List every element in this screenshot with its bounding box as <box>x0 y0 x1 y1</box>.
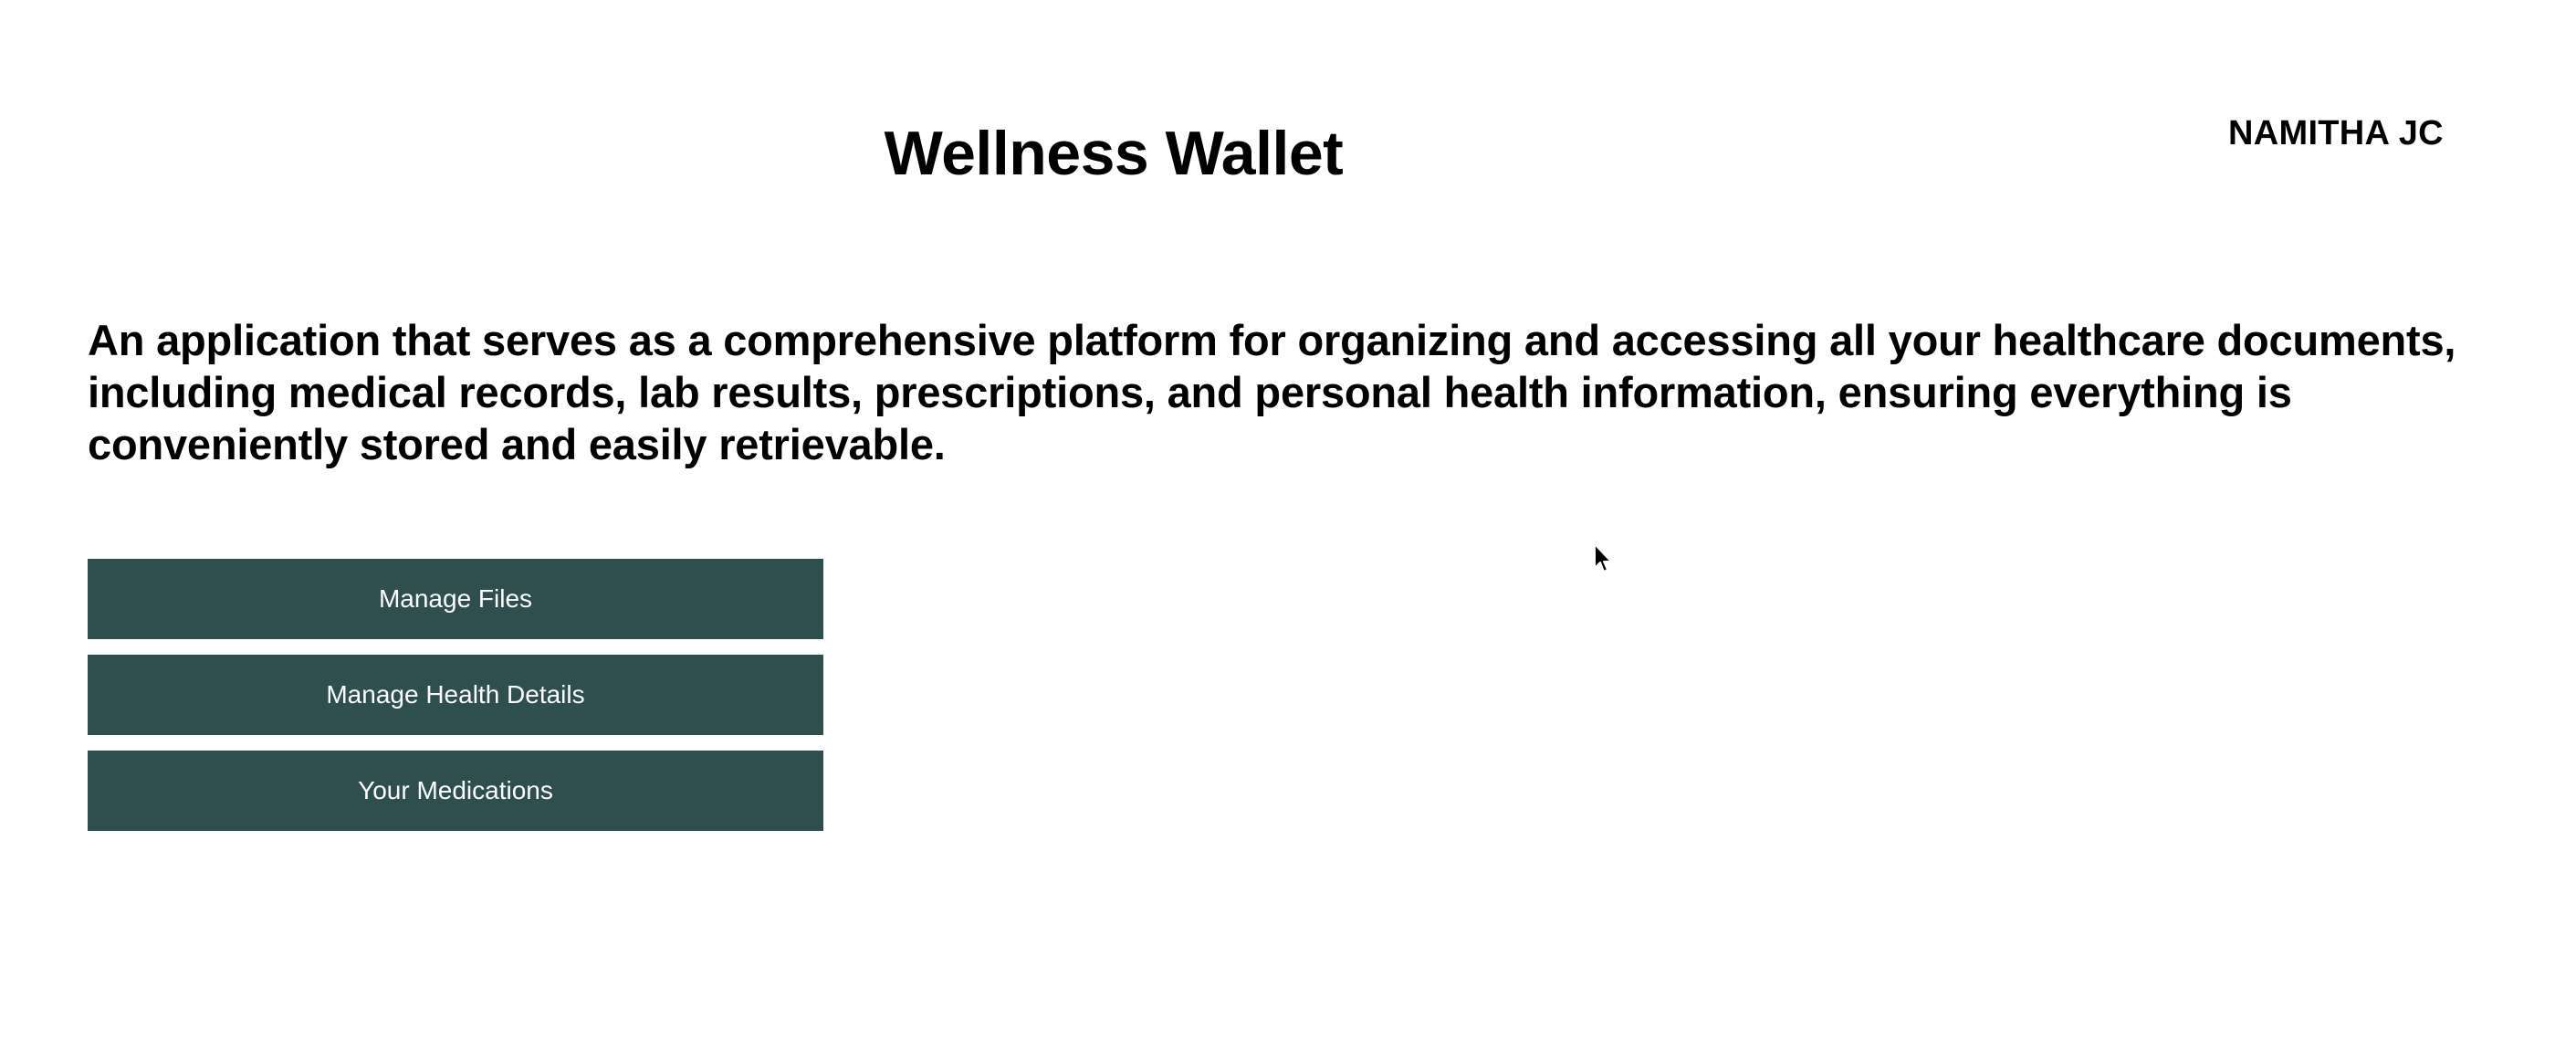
app-description: An application that serves as a comprehe… <box>88 316 2456 468</box>
action-buttons: Manage Files Manage Health Details Your … <box>88 559 823 831</box>
manage-files-button[interactable]: Manage Files <box>88 559 823 639</box>
user-name: NAMITHA JC <box>2228 114 2444 152</box>
your-medications-button[interactable]: Your Medications <box>88 751 823 831</box>
manage-health-details-button[interactable]: Manage Health Details <box>88 655 823 735</box>
app-title: Wellness Wallet <box>884 119 1344 188</box>
mouse-pointer-icon <box>1594 543 1612 573</box>
